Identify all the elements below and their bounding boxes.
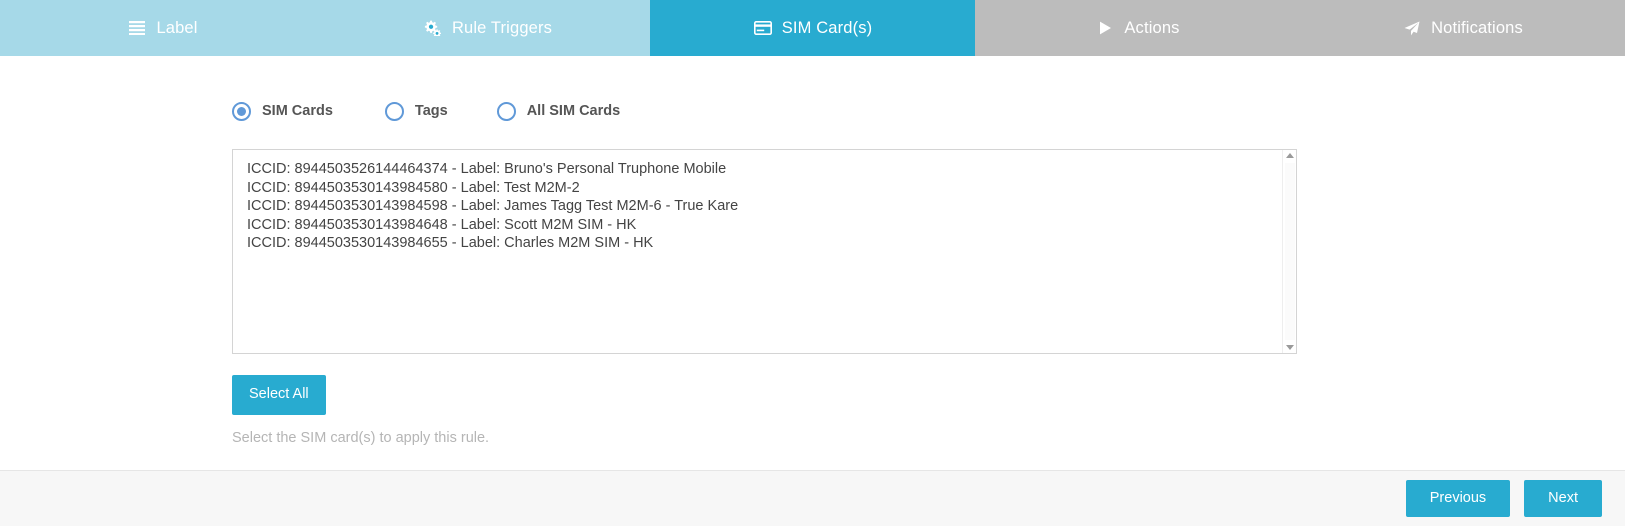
credit-card-icon	[753, 20, 773, 36]
radio-indicator-tags[interactable]	[384, 101, 404, 121]
tab-sim-cards[interactable]: SIM Card(s)	[650, 0, 975, 56]
listbox-scrollbar[interactable]	[1282, 150, 1296, 353]
previous-button[interactable]: Previous	[1405, 479, 1511, 518]
radio-label-tags: Tags	[414, 103, 448, 119]
radio-indicator-sim-cards[interactable]	[232, 101, 251, 121]
tab-notifications[interactable]: Notifications	[1300, 0, 1625, 56]
wizard-step-body: SIM Cards Tags All SIM Cards ICCID: 8944…	[0, 56, 1625, 526]
list-item[interactable]: ICCID: 8944503526144464374 - Label: Brun…	[245, 160, 1296, 179]
tab-label-text: Notifications	[1431, 19, 1523, 37]
tab-actions[interactable]: Actions	[975, 0, 1300, 56]
tab-rule-triggers[interactable]: Rule Triggers	[325, 0, 650, 56]
gears-icon	[423, 20, 443, 36]
scrollbar-track[interactable]	[1285, 163, 1295, 340]
scroll-down-arrow-icon[interactable]	[1285, 345, 1294, 350]
radio-option-sim-cards[interactable]: SIM Cards	[232, 101, 333, 121]
sim-card-listbox[interactable]: ICCID: 8944503526144464374 - Label: Brun…	[232, 149, 1297, 354]
list-item[interactable]: ICCID: 8944503530143984648 - Label: Scot…	[245, 216, 1296, 235]
list-item[interactable]: ICCID: 8944503530143984655 - Label: Char…	[245, 234, 1296, 253]
radio-label-sim-cards: SIM Cards	[262, 103, 333, 119]
sim-card-list: ICCID: 8944503526144464374 - Label: Brun…	[233, 150, 1296, 253]
paper-plane-icon	[1402, 20, 1422, 36]
tab-label-text: SIM Card(s)	[781, 19, 873, 37]
radio-option-tags[interactable]: Tags	[384, 101, 448, 121]
tab-label-text: Actions	[1124, 19, 1180, 37]
list-item[interactable]: ICCID: 8944503530143984598 - Label: Jame…	[245, 197, 1296, 216]
radio-indicator-all-sim-cards[interactable]	[496, 101, 516, 121]
wizard-step-tabs: Label Rule Triggers SIM Card(s) Actions …	[0, 0, 1625, 56]
list-item[interactable]: ICCID: 8944503530143984580 - Label: Test…	[245, 179, 1296, 198]
select-all-button[interactable]: Select All	[232, 375, 326, 415]
selection-mode-radio-group: SIM Cards Tags All SIM Cards	[232, 94, 1625, 128]
radio-option-all-sim-cards[interactable]: All SIM Cards	[496, 101, 621, 121]
rule-wizard: Label Rule Triggers SIM Card(s) Actions …	[0, 0, 1625, 526]
next-button[interactable]: Next	[1524, 479, 1602, 518]
wizard-footer: Previous Next	[0, 470, 1625, 526]
sim-selection-help-text: Select the SIM card(s) to apply this rul…	[232, 429, 490, 446]
tab-label-text: Rule Triggers	[451, 19, 553, 37]
tab-label-text: Label	[156, 19, 198, 37]
list-icon	[127, 20, 147, 36]
scroll-up-arrow-icon[interactable]	[1285, 153, 1294, 158]
tab-label[interactable]: Label	[0, 0, 325, 56]
radio-label-all-sim-cards: All SIM Cards	[526, 103, 621, 119]
play-icon	[1095, 20, 1115, 36]
